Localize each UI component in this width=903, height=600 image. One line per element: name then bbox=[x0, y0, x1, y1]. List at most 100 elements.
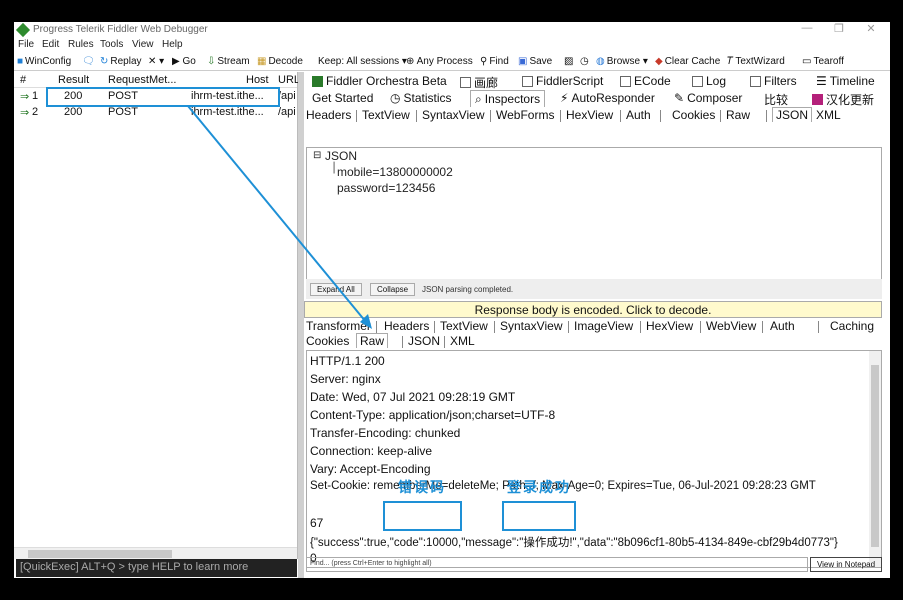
replay-button[interactable]: ↻ Replay bbox=[100, 56, 142, 67]
col-host[interactable]: Host bbox=[246, 74, 269, 86]
tab-inspectors[interactable]: ⌕ Inspectors bbox=[470, 90, 546, 107]
resp-tab-cookies[interactable]: Cookies bbox=[306, 334, 349, 348]
process-filter-button[interactable]: ⊕ Any Process bbox=[406, 56, 473, 67]
quickexec-input[interactable]: [QuickExec] ALT+Q > type HELP to learn m… bbox=[16, 559, 297, 577]
scroll-thumb[interactable] bbox=[28, 550, 172, 558]
fiddler-logo-icon bbox=[15, 22, 31, 38]
resp-tab-auth[interactable]: Auth bbox=[770, 319, 795, 333]
raw-response-view[interactable]: HTTP/1.1 200 Server: nginx Date: Wed, 07… bbox=[306, 350, 882, 568]
tab-log[interactable]: Log bbox=[692, 74, 726, 88]
tab-get-started[interactable]: Get Started bbox=[312, 91, 373, 105]
tab-label: Log bbox=[706, 74, 727, 88]
tab-label: ECode bbox=[634, 74, 671, 88]
col-result[interactable]: Result bbox=[58, 74, 89, 86]
tab-fiddlerscript[interactable]: FiddlerScript bbox=[522, 74, 603, 88]
tab-composer[interactable]: ✎ Composer bbox=[674, 91, 742, 105]
req-tab-xml[interactable]: XML bbox=[816, 108, 841, 122]
req-tab-headers[interactable]: Headers bbox=[306, 108, 351, 122]
scroll-thumb[interactable] bbox=[871, 365, 879, 547]
col-url[interactable]: URL bbox=[278, 74, 300, 86]
resp-tab-webview[interactable]: WebView bbox=[706, 319, 756, 333]
resp-tab-transformer[interactable]: Transformer bbox=[306, 319, 371, 333]
timer-icon[interactable]: ◷ bbox=[580, 56, 589, 67]
keep-sessions-dropdown[interactable]: Keep: All sessions ▾ bbox=[318, 56, 407, 67]
expand-all-button[interactable]: Expand All bbox=[310, 283, 362, 296]
replay-label: Replay bbox=[110, 56, 142, 67]
remove-button[interactable]: ✕ ▾ bbox=[148, 56, 164, 67]
tab-fiddler-orchestra[interactable]: Fiddler Orchestra Beta bbox=[312, 74, 447, 88]
resp-tab-syntaxview[interactable]: SyntaxView bbox=[500, 319, 562, 333]
stream-button[interactable]: ⇩ Stream bbox=[207, 56, 250, 67]
decode-button[interactable]: ▦ Decode bbox=[257, 56, 303, 67]
tab-autoresponder[interactable]: ⚡ AutoResponder bbox=[560, 91, 655, 105]
close-button[interactable]: ✕ bbox=[858, 22, 884, 35]
go-button[interactable]: ▶ Go bbox=[172, 56, 196, 67]
timeline-icon: ☰ bbox=[816, 74, 827, 88]
view-in-notepad-button[interactable]: View in Notepad bbox=[810, 557, 882, 572]
json-tree-view[interactable]: ⊟ JSON ┃ mobile=13800000002 password=123… bbox=[306, 147, 882, 281]
tab-ecode[interactable]: ECode bbox=[620, 74, 671, 88]
tab-timeline[interactable]: ☰ Timeline bbox=[816, 74, 875, 88]
tab-label: FiddlerScript bbox=[536, 74, 604, 88]
resp-tab-textview[interactable]: TextView bbox=[440, 319, 488, 333]
menu-help[interactable]: Help bbox=[162, 39, 183, 50]
req-tab-syntaxview[interactable]: SyntaxView bbox=[422, 108, 484, 122]
collapse-toggle-icon[interactable]: ⊟ bbox=[313, 150, 321, 161]
session-row[interactable]: ⇒ 2 200 POST ihrm-test.ithe... /api bbox=[14, 105, 297, 121]
menu-edit[interactable]: Edit bbox=[42, 39, 59, 50]
sessions-horizontal-scrollbar[interactable] bbox=[14, 547, 297, 559]
find-input[interactable]: Find... (press Ctrl+Enter to highlight a… bbox=[306, 557, 808, 572]
resp-tab-json[interactable]: JSON bbox=[408, 334, 440, 348]
tab-separator bbox=[720, 110, 721, 122]
menu-view[interactable]: View bbox=[132, 39, 154, 50]
raw-line: 67 bbox=[310, 516, 324, 530]
textwizard-button[interactable]: 𝑇 TextWizard bbox=[727, 56, 785, 67]
req-tab-json[interactable]: JSON bbox=[772, 107, 813, 122]
response-encoded-banner[interactable]: Response body is encoded. Click to decod… bbox=[304, 301, 882, 318]
minimize-button[interactable]: — bbox=[794, 22, 820, 34]
menu-file[interactable]: File bbox=[18, 39, 34, 50]
maximize-button[interactable]: ❐ bbox=[826, 22, 852, 35]
resp-tab-caching[interactable]: Caching bbox=[830, 319, 874, 333]
window-title: Progress Telerik Fiddler Web Debugger bbox=[33, 24, 208, 35]
winconfig-label: WinConfig bbox=[25, 56, 72, 67]
resp-tab-headers[interactable]: Headers bbox=[384, 319, 429, 333]
menu-rules[interactable]: Rules bbox=[68, 39, 94, 50]
req-tab-auth[interactable]: Auth bbox=[626, 108, 651, 122]
resp-tab-xml[interactable]: XML bbox=[450, 334, 475, 348]
req-tab-raw[interactable]: Raw bbox=[726, 108, 750, 122]
tab-compare[interactable]: 比较 bbox=[764, 91, 788, 108]
req-tab-cookies[interactable]: Cookies bbox=[672, 108, 715, 122]
req-tab-textview[interactable]: TextView bbox=[362, 108, 410, 122]
windows-icon: ■ bbox=[17, 56, 24, 67]
camera-icon[interactable]: ▨ bbox=[564, 56, 573, 67]
resp-tab-raw[interactable]: Raw bbox=[356, 333, 389, 348]
req-tab-webforms[interactable]: WebForms bbox=[496, 108, 554, 122]
collapse-button[interactable]: Collapse bbox=[370, 283, 416, 296]
tab-filters[interactable]: Filters bbox=[750, 74, 797, 88]
tab-label: AutoResponder bbox=[571, 91, 655, 105]
col-number[interactable]: # bbox=[20, 74, 26, 86]
tab-localization-update[interactable]: 汉化更新 bbox=[812, 91, 874, 108]
browse-button[interactable]: ◍ Browse ▾ bbox=[596, 56, 648, 67]
comment-icon[interactable]: 🗨 bbox=[82, 56, 95, 67]
tab-statistics[interactable]: ◷ Statistics bbox=[390, 91, 452, 105]
save-button[interactable]: ▣ Save bbox=[518, 56, 552, 67]
find-button[interactable]: ⚲ Find bbox=[480, 56, 509, 67]
json-root[interactable]: JSON bbox=[325, 149, 357, 163]
raw-vertical-scrollbar[interactable] bbox=[869, 351, 881, 567]
menu-tools[interactable]: Tools bbox=[100, 39, 123, 50]
winconfig-button[interactable]: ■ WinConfig bbox=[17, 56, 71, 67]
tearoff-button[interactable]: ▭ Tearoff bbox=[802, 56, 844, 67]
json-node[interactable]: password=123456 bbox=[337, 181, 435, 195]
clear-cache-button[interactable]: ◆ Clear Cache bbox=[655, 56, 720, 67]
toolbar: ■ WinConfig 🗨 ↻ Replay ✕ ▾ ▶ Go ⇩ Stream ▦ D… bbox=[14, 53, 890, 71]
menu-bar: File Edit Rules Tools View Help bbox=[14, 38, 890, 53]
req-tab-hexview[interactable]: HexView bbox=[566, 108, 613, 122]
tab-gallery[interactable]: 画廊 bbox=[460, 74, 498, 91]
col-method[interactable]: RequestMet... bbox=[108, 74, 176, 86]
tab-separator bbox=[434, 321, 435, 333]
resp-tab-hexview[interactable]: HexView bbox=[646, 319, 693, 333]
resp-tab-imageview[interactable]: ImageView bbox=[574, 319, 633, 333]
json-node[interactable]: mobile=13800000002 bbox=[337, 165, 453, 179]
